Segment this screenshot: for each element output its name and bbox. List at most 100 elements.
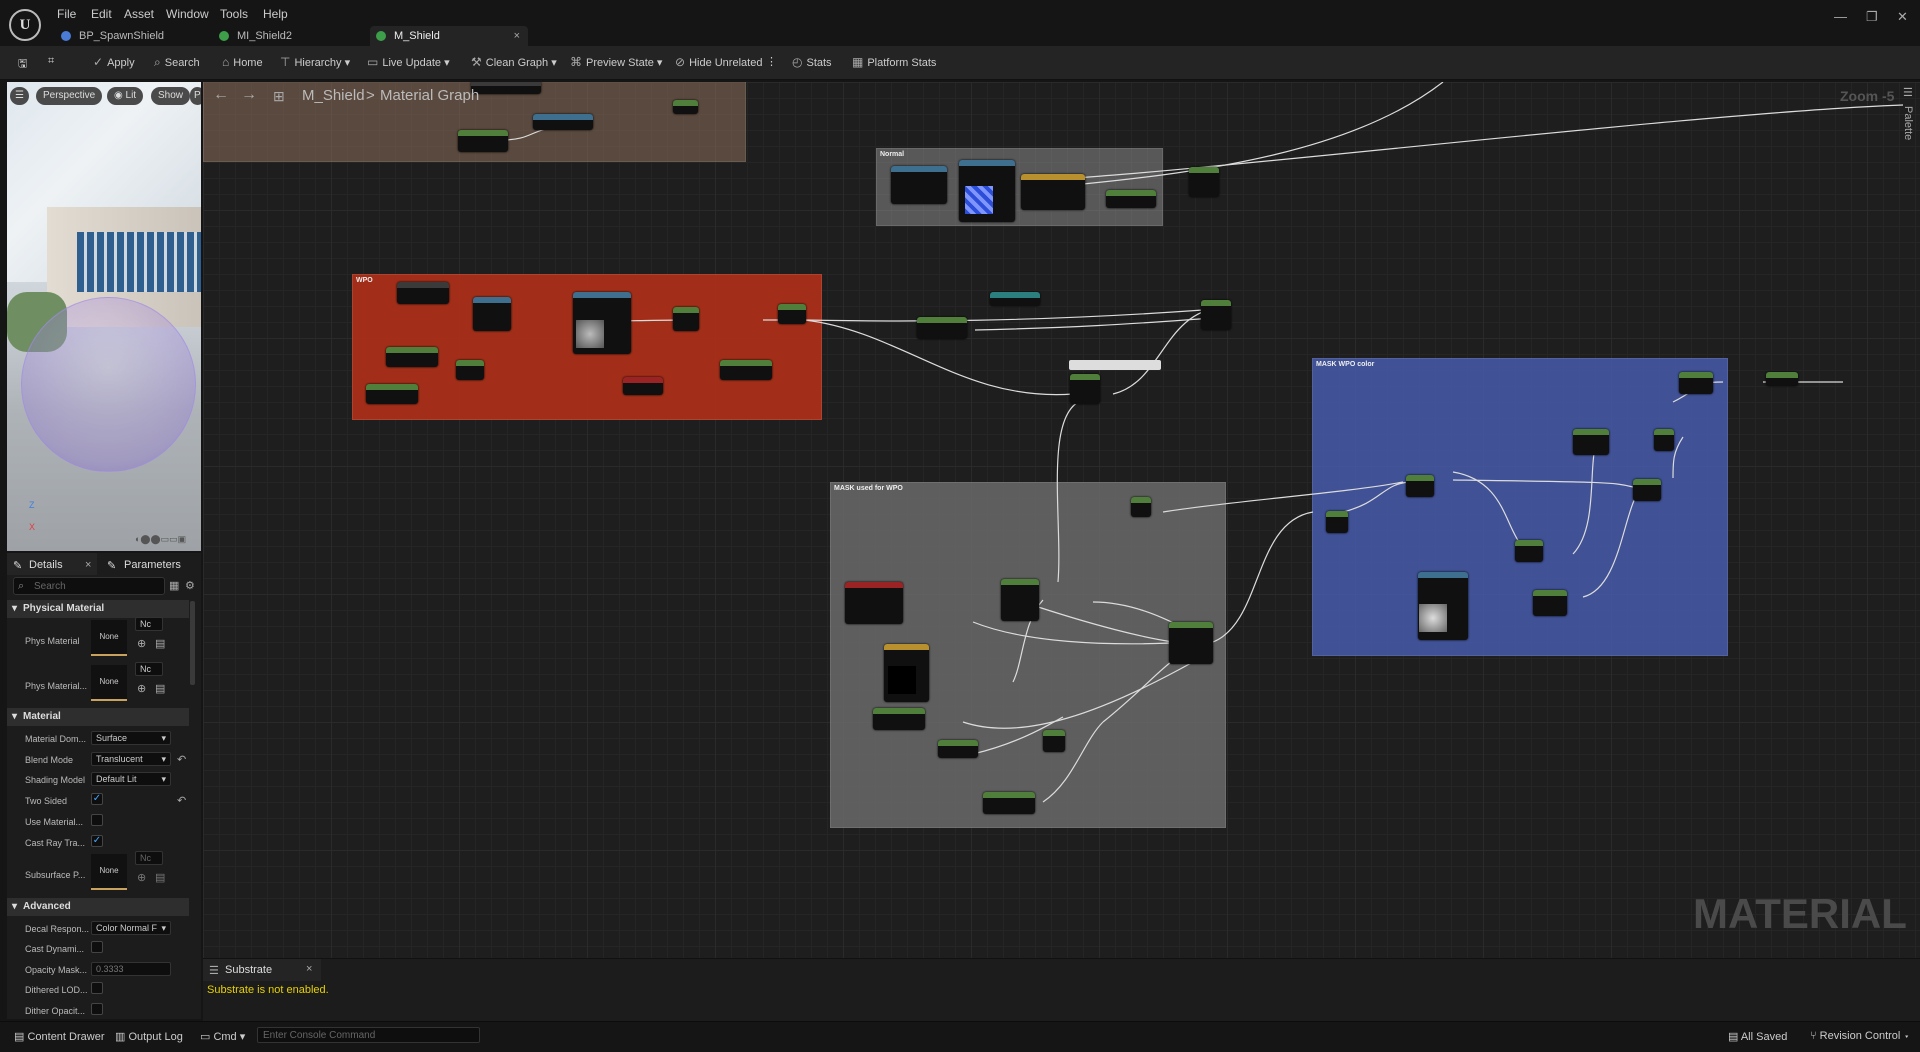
menu-help[interactable]: Help (263, 7, 288, 21)
graph-node[interactable] (1001, 579, 1039, 621)
graph-node[interactable] (1573, 429, 1609, 455)
use-selected-icon[interactable]: ⊕ (137, 637, 146, 650)
preview-mesh-icons[interactable]: ◐⬤⬤▭▭▣ (135, 534, 186, 545)
texture-sample-node[interactable] (573, 292, 631, 354)
palette-icon[interactable]: ☰ (1903, 86, 1913, 99)
texture-sample-node[interactable] (959, 160, 1015, 222)
reset-to-default-icon[interactable]: ↶ (177, 753, 186, 766)
show-button[interactable]: Show (151, 87, 191, 105)
reset-to-default-icon[interactable]: ↶ (177, 794, 186, 807)
decal-response-dropdown[interactable]: Color Normal F ▾ (91, 921, 171, 935)
graph-node[interactable] (1169, 622, 1213, 664)
hierarchy-button[interactable]: ⊤ Hierarchy ▾ (280, 55, 350, 69)
use-selected-icon[interactable]: ⊕ (137, 871, 146, 884)
graph-node[interactable] (471, 82, 541, 94)
settings-gear-icon[interactable]: ⚙ (185, 579, 195, 592)
graph-node[interactable] (1654, 429, 1674, 451)
graph-node[interactable] (1533, 590, 1567, 616)
graph-node[interactable] (456, 360, 484, 380)
minimize-icon[interactable]: — (1834, 9, 1847, 24)
graph-node[interactable] (1189, 167, 1219, 197)
graph-node[interactable] (1201, 300, 1231, 330)
graph-node[interactable] (533, 114, 593, 130)
menu-file[interactable]: File (57, 7, 76, 21)
material-graph-canvas[interactable]: Normal WPO MASK WPO color MASK used for … (203, 82, 1920, 958)
graph-node[interactable] (673, 100, 698, 114)
opacity-mask-input[interactable]: 0.3333 (91, 962, 171, 976)
graph-node[interactable] (873, 708, 925, 730)
phys-material-thumbnail[interactable]: None (91, 620, 127, 656)
shading-model-dropdown[interactable]: Default Lit ▾ (91, 772, 171, 786)
details-scrollbar[interactable] (190, 601, 195, 685)
subsurface-thumbnail[interactable]: None (91, 854, 127, 890)
cast-dynamic-checkbox[interactable] (91, 941, 103, 953)
graph-node[interactable] (845, 582, 903, 624)
breadcrumb-m-shield[interactable]: M_Shield (302, 87, 365, 104)
details-tab[interactable]: ✎ Details × (7, 553, 97, 575)
graph-node[interactable] (884, 644, 929, 702)
blend-mode-dropdown[interactable]: Translucent ▾ (91, 752, 171, 766)
graph-node[interactable] (1633, 479, 1661, 501)
graph-node[interactable] (1406, 475, 1434, 497)
section-material[interactable]: ▾ Material (7, 708, 189, 726)
platform-stats-button[interactable]: ▦ Platform Stats (852, 55, 936, 69)
use-selected-icon[interactable]: ⊕ (137, 682, 146, 695)
revision-control-button[interactable]: ⑂ Revision Control ▾ (1810, 1030, 1910, 1042)
dithered-lod-checkbox[interactable] (91, 982, 103, 994)
clean-graph-button[interactable]: ⚒ Clean Graph ▾ (471, 55, 557, 69)
graph-node[interactable] (720, 360, 772, 380)
parameters-tab[interactable]: Parameters (124, 559, 181, 571)
more-options-icon[interactable]: ⋮ (766, 55, 777, 68)
hide-unrelated-button[interactable]: ⊘ Hide Unrelated (675, 55, 762, 69)
graph-node[interactable] (1515, 540, 1543, 562)
graph-node[interactable] (891, 166, 947, 204)
menu-asset[interactable]: Asset (124, 7, 154, 21)
material-domain-dropdown[interactable]: Surface ▾ (91, 731, 171, 745)
console-command-input[interactable]: Enter Console Command (257, 1027, 480, 1043)
graph-node[interactable] (938, 740, 978, 758)
texture-sample-node[interactable] (1418, 572, 1468, 640)
cmd-dropdown[interactable]: ▭ Cmd ▾ (200, 1030, 245, 1043)
output-log-button[interactable]: ▥ Output Log (115, 1030, 183, 1043)
apply-button[interactable]: ✓ Apply (93, 55, 135, 69)
graph-node[interactable] (1766, 372, 1798, 386)
table-view-icon[interactable]: ▦ (169, 579, 179, 592)
graph-node[interactable] (623, 377, 663, 395)
graph-node[interactable] (1106, 190, 1156, 208)
save-icon[interactable]: 🖫 (18, 55, 27, 74)
browse-folder-icon[interactable]: ▤ (155, 682, 165, 695)
menu-tools[interactable]: Tools (220, 7, 248, 21)
all-saved-indicator[interactable]: ▤ All Saved (1728, 1030, 1787, 1043)
browse-folder-icon[interactable]: ▤ (155, 637, 165, 650)
close-window-icon[interactable]: ✕ (1897, 9, 1908, 25)
viewport-extra-button[interactable]: P (190, 87, 201, 105)
dither-opacity-checkbox[interactable] (91, 1003, 103, 1015)
palette-tab[interactable]: Palette (1902, 106, 1914, 140)
tab-mi-shield2[interactable]: MI_Shield2 (213, 26, 363, 46)
graph-node[interactable] (673, 307, 699, 331)
phys-material-2-dropdown[interactable]: Nc (135, 662, 163, 676)
graph-node-comment-bubble[interactable] (1069, 360, 1161, 370)
graph-node[interactable] (1326, 511, 1348, 533)
section-advanced[interactable]: ▾ Advanced (7, 898, 189, 916)
menu-edit[interactable]: Edit (91, 7, 112, 21)
back-arrow-icon[interactable]: ← (213, 86, 229, 104)
graph-node[interactable] (397, 282, 449, 304)
restore-icon[interactable]: ❐ (1866, 9, 1878, 25)
viewport-menu-icon[interactable]: ☰ (10, 87, 29, 105)
perspective-button[interactable]: Perspective (36, 87, 103, 105)
phys-material-dropdown[interactable]: Nc (135, 617, 163, 631)
search-button[interactable]: ⌕ Search (154, 55, 200, 70)
phys-material-2-thumbnail[interactable]: None (91, 665, 127, 701)
stats-button[interactable]: ◴ Stats (792, 55, 832, 69)
substrate-tab-close-icon[interactable]: × (306, 963, 312, 975)
section-physical-material[interactable]: ▾ Physical Material (7, 600, 189, 618)
graph-node[interactable] (1021, 174, 1085, 210)
menu-window[interactable]: Window (166, 7, 209, 21)
home-button[interactable]: ⌂ Home (222, 55, 263, 69)
lit-button[interactable]: ◉ Lit (107, 87, 144, 105)
breadcrumb-material-graph[interactable]: Material Graph (380, 87, 479, 104)
content-drawer-button[interactable]: ▤ Content Drawer (14, 1030, 105, 1043)
use-material-checkbox[interactable] (91, 814, 103, 826)
browse-folder-icon[interactable]: ▤ (155, 871, 165, 884)
